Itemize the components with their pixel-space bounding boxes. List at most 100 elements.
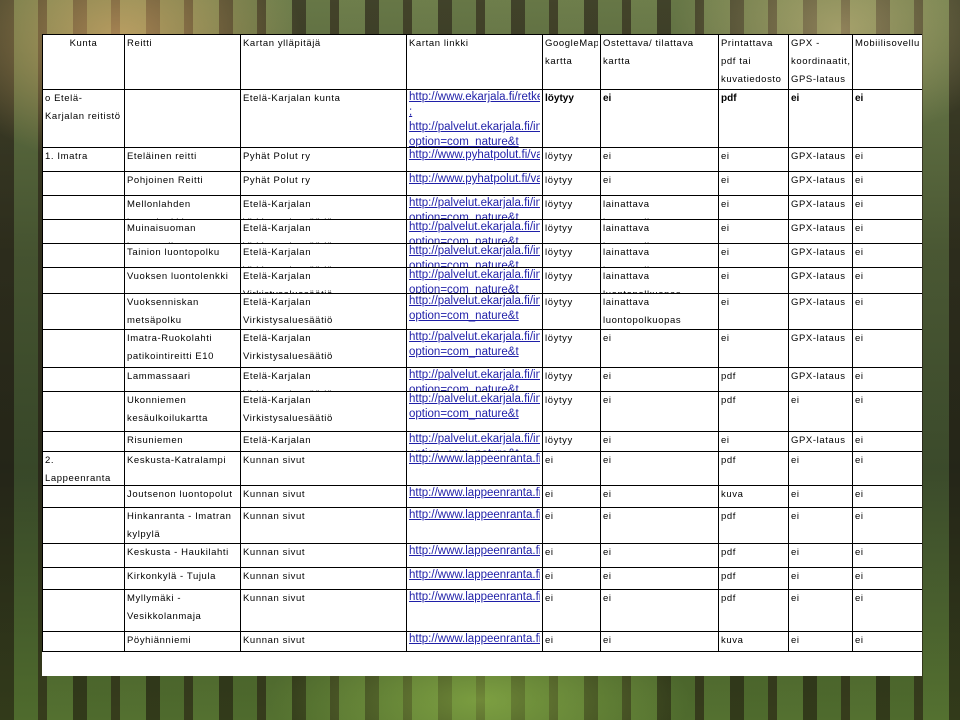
cell-link[interactable]: http://www.ekarjala.fi/retkeily/ ; http:… — [406, 89, 543, 148]
cell-mobiili: ei — [852, 507, 922, 544]
cell-mobiili: ei — [852, 367, 922, 392]
cell-printattava: ei — [718, 293, 789, 330]
cell-yllapitaja: Kunnan sivut — [240, 451, 407, 486]
cell-yllapitaja: Etelä-Karjalan kunta — [240, 89, 407, 148]
cell-yllapitaja: Pyhät Polut ry — [240, 147, 407, 172]
cell-printattava: pdf — [718, 543, 789, 568]
cell-mobiili: ei — [852, 147, 922, 172]
cell-link[interactable]: http://www.pyhatpolut.fi/vaellukset/reit… — [406, 147, 543, 172]
cell-link[interactable]: http://palvelut.ekarjala.fi/index.php?op… — [406, 391, 543, 432]
cell-link[interactable]: http://palvelut.ekarjala.fi/index.php?op… — [406, 431, 543, 452]
cell-printattava: ei — [718, 329, 789, 368]
cell-googlemaps: ei — [542, 507, 601, 544]
cell-yllapitaja: Kunnan sivut — [240, 507, 407, 544]
cell-ostettava: lainattava luontopolkuopas — [600, 293, 719, 330]
cell-link[interactable]: http://palvelut.ekarjala.fi/index.php?op… — [406, 367, 543, 392]
cell-reitti: Keskusta - Haukilahti — [124, 543, 241, 568]
cell-link[interactable]: http://palvelut.ekarjala.fi/index.php?op… — [406, 219, 543, 244]
cell-gpx: GPX-lataus — [788, 267, 853, 294]
cell-link[interactable]: http://www.lappeenranta.fi/lo — [406, 631, 543, 652]
cell-googlemaps: löytyy — [542, 243, 601, 268]
cell-link[interactable]: http://www.lappeenranta.fi/Suomeksi/Palv… — [406, 507, 543, 544]
table-row: Joutsenon luontopolut Kunnan sivut http://… — [42, 485, 922, 508]
cell-link[interactable]: http://palvelut.ekarjala.fi/index.php?op… — [406, 329, 543, 368]
cell-link[interactable]: http://palvelut.ekarjala.fi/index.php?op… — [406, 267, 543, 294]
cell-printattava: ei — [718, 195, 789, 220]
cell-googlemaps: löytyy — [542, 391, 601, 432]
cell-link[interactable]: http://www.lappeenranta.fi/Suomeksi/Palv… — [406, 567, 543, 590]
cell-link[interactable]: http://www.pyhatpolut.fi/vaellukset/reit… — [406, 171, 543, 196]
cell-mobiili: ei — [852, 451, 922, 486]
table-row: Imatra-Ruokolahti patikointireitti E10 Et… — [42, 329, 922, 368]
cell-kunta: 2. Lappeenranta — [42, 451, 125, 486]
cell-kunta: o Etelä-Karjalan reitistö — [42, 89, 125, 148]
cell-gpx: ei — [788, 451, 853, 486]
cell-printattava: kuva — [718, 631, 789, 652]
cell-yllapitaja: Etelä-Karjalan Virkistysaluesäätiö — [240, 367, 407, 392]
cell-link[interactable]: http://www.lappeenranta.fi/Suomeksi/Palv… — [406, 589, 543, 632]
cell-googlemaps: ei — [542, 631, 601, 652]
cell-ostettava: ei — [600, 391, 719, 432]
table-row: Pohjoinen Reitti Pyhät Polut ry http://www… — [42, 171, 922, 196]
cell-ostettava: ei — [600, 589, 719, 632]
cell-reitti — [124, 89, 241, 148]
header-mobiili: Mobiilisovellus — [852, 34, 922, 90]
table-row: Hinkanranta - Imatran kylpylä Kunnan sivu… — [42, 507, 922, 544]
cell-reitti: Pohjoinen Reitti — [124, 171, 241, 196]
cell-mobiili: ei — [852, 219, 922, 244]
header-kunta: Kunta — [42, 34, 125, 90]
cell-yllapitaja: Etelä-Karjalan Virkistysaluesäätiö — [240, 267, 407, 294]
cell-googlemaps: ei — [542, 451, 601, 486]
cell-kunta — [42, 391, 125, 432]
cell-gpx: ei — [788, 543, 853, 568]
cell-kunta — [42, 485, 125, 508]
table-row: Vuoksen luontolenkkiEtelä-Karjalan Virki… — [42, 267, 922, 294]
cell-link[interactable]: http://palvelut.ekarjala.fi/index.php?op… — [406, 293, 543, 330]
header-row: Kunta Reitti Kartan ylläpitäjä Kartan li… — [42, 34, 922, 90]
cell-kunta — [42, 293, 125, 330]
cell-printattava: pdf — [718, 89, 789, 148]
table-row: Keskusta - Haukilahti Kunnan sivut http://… — [42, 543, 922, 568]
cell-ostettava: ei — [600, 171, 719, 196]
cell-link[interactable]: http://palvelut.ekarjala.fi/index.php?op… — [406, 243, 543, 268]
cell-printattava: ei — [718, 219, 789, 244]
cell-mobiili: ei — [852, 589, 922, 632]
cell-mobiili: ei — [852, 195, 922, 220]
cell-ostettava: ei — [600, 451, 719, 486]
table-row: Muinaisuoman luontopolkuEtelä-Karjalan V… — [42, 219, 922, 244]
cell-gpx: GPX-lataus — [788, 431, 853, 452]
cell-yllapitaja: Kunnan sivut — [240, 589, 407, 632]
cell-reitti: Keskusta-Katralampi — [124, 451, 241, 486]
cell-link[interactable]: http://www.lappeenranta.fi/Suomeksi/Palv… — [406, 451, 543, 486]
cell-ostettava: ei — [600, 567, 719, 590]
cell-link[interactable]: http://www.lappeenranta.fi/Suomeksi/Palv… — [406, 543, 543, 568]
cell-kunta: 1. Imatra — [42, 147, 125, 172]
cell-printattava: ei — [718, 267, 789, 294]
cell-printattava: ei — [718, 147, 789, 172]
cell-link[interactable]: http://palvelut.ekarjala.fi/index.php?op… — [406, 195, 543, 220]
table-row: 1. Imatra Eteläinen reitti Pyhät Polut ry h… — [42, 147, 922, 172]
table-row: Myllymäki - Vesikkolanmaja Kunnan sivut ht… — [42, 589, 922, 632]
cell-kunta — [42, 195, 125, 220]
table-row: Ukonniemen kesäulkoilukartta Etelä-Karjal… — [42, 391, 922, 432]
cell-yllapitaja: Kunnan sivut — [240, 543, 407, 568]
cell-reitti: Tainion luontopolku — [124, 243, 241, 268]
cell-googlemaps: löytyy — [542, 195, 601, 220]
cell-printattava: ei — [718, 243, 789, 268]
cell-mobiili: ei — [852, 293, 922, 330]
spreadsheet-page: Kunta Reitti Kartan ylläpitäjä Kartan li… — [42, 34, 922, 676]
cell-gpx: ei — [788, 89, 853, 148]
cell-googlemaps: löytyy — [542, 293, 601, 330]
cell-ostettava: ei — [600, 631, 719, 652]
cell-yllapitaja: Etelä-Karjalan Virkistysaluesäätiö — [240, 243, 407, 268]
cell-googlemaps: löytyy — [542, 329, 601, 368]
cell-gpx: ei — [788, 485, 853, 508]
table-row: Pöyhiänniemi Kunnan sivut http://www.lappe… — [42, 631, 922, 652]
cell-reitti: Myllymäki - Vesikkolanmaja — [124, 589, 241, 632]
cell-ostettava: lainattava luontopolkuopas — [600, 243, 719, 268]
cell-link[interactable]: http://www.lappeenranta.fi/lo — [406, 485, 543, 508]
cell-googlemaps: ei — [542, 567, 601, 590]
cell-mobiili: ei — [852, 171, 922, 196]
header-reitti: Reitti — [124, 34, 241, 90]
cell-ostettava: lainattava luontopolkuopas — [600, 219, 719, 244]
